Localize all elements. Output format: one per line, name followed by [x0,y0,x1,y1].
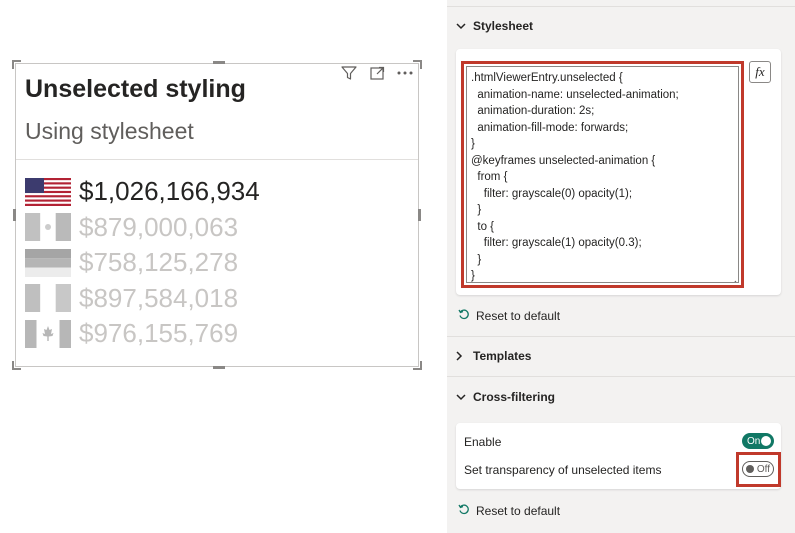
html-viewer-visual[interactable]: Unselected styling Using stylesheet $1,0… [12,60,422,370]
section-title: Cross-filtering [473,390,556,404]
united-states-flag [25,177,71,206]
france-flag [25,284,71,313]
enable-label: Enable [464,435,502,449]
entry-amount: $897,584,018 [79,282,239,313]
chevron-right-icon [456,351,470,361]
resize-handle-top-right[interactable] [413,60,422,69]
chevron-down-icon [456,393,470,401]
focus-mode-icon[interactable] [368,65,386,81]
fx-button[interactable]: fx [749,61,771,83]
resize-handle-bottom-right[interactable] [413,361,422,370]
resize-handle-left[interactable] [13,209,16,221]
resize-handle-right[interactable] [418,209,421,221]
transparency-toggle-highlight [736,452,781,487]
section-header-stylesheet[interactable]: Stylesheet [447,7,795,45]
visual-header-toolbar [340,65,414,81]
section-title: Stylesheet [473,19,534,33]
stylesheet-editor-highlight: .htmlViewerEntry.unselected { animation-… [461,61,744,288]
canada-flag [25,319,71,348]
enable-toggle[interactable]: On [742,433,774,449]
reset-label: Reset to default [476,503,561,518]
list-item[interactable]: $879,000,063 [25,210,260,246]
entry-amount: $976,155,769 [79,318,239,349]
format-pane: Stylesheet .htmlViewerEntry.unselected {… [447,0,795,533]
more-options-icon[interactable] [396,65,414,81]
filter-icon[interactable] [340,65,358,81]
resize-handle-top-left[interactable] [12,60,21,69]
resize-handle-bottom[interactable] [213,366,225,369]
entry-amount: $879,000,063 [79,211,239,242]
visual-subtitle: Using stylesheet [25,118,194,144]
stylesheet-editor[interactable]: .htmlViewerEntry.unselected { animation-… [466,66,739,283]
visual-title: Unselected styling [25,75,246,103]
title-divider [16,159,418,160]
section-divider [447,376,795,377]
entry-list: $1,026,166,934 $879,000,063 $758,125,278… [25,174,260,352]
transparency-label: Set transparency of unselected items [464,463,662,477]
resize-handle-top[interactable] [213,61,225,64]
list-item[interactable]: $897,584,018 [25,281,260,317]
resize-grip-icon[interactable] [730,274,737,282]
section-title: Templates [473,349,532,363]
cross-filtering-card [456,423,781,489]
entry-amount: $758,125,278 [79,247,239,278]
stylesheet-code[interactable]: .htmlViewerEntry.unselected { animation-… [467,67,738,282]
list-item[interactable]: $1,026,166,934 [25,174,260,210]
reset-label: Reset to default [476,308,561,323]
reset-icon [458,503,470,518]
chevron-down-icon [456,22,470,30]
list-item[interactable]: $758,125,278 [25,245,260,281]
reset-cross-filtering-button[interactable]: Reset to default [458,503,560,518]
germany-flag [25,248,71,277]
section-header-cross-filtering[interactable]: Cross-filtering [447,378,795,416]
list-item[interactable]: $976,155,769 [25,316,260,352]
reset-stylesheet-button[interactable]: Reset to default [458,308,560,323]
entry-amount: $1,026,166,934 [79,176,260,207]
reset-icon [458,308,470,323]
resize-handle-bottom-left[interactable] [12,361,21,370]
section-header-templates[interactable]: Templates [447,337,795,375]
mexico-flag [25,213,71,242]
toggle-state-label: On [747,435,761,447]
toggle-knob [761,436,771,446]
